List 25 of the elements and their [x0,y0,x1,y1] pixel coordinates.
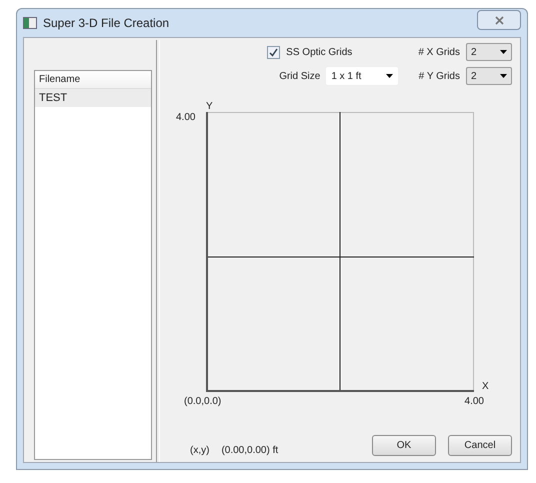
axis-tick-label: 4.00 [176,112,196,125]
axis-tick-label: 4.00 [464,396,484,409]
field-label: Grid Size [279,70,320,82]
window-title: Super 3-D File Creation [43,16,170,30]
close-icon [494,16,504,24]
close-button[interactable] [477,10,521,30]
x-grids-dropdown[interactable]: 2 [466,43,512,61]
dialog-button[interactable]: Cancel [448,435,512,456]
axis-label: X [481,381,490,392]
grid-size-dropdown[interactable]: 1 x 1 ft [326,67,398,85]
caret-icon [500,50,507,54]
app-icon [23,17,37,29]
checkbox-label: SS Optic Grids [286,46,352,58]
list-item[interactable]: TEST [35,89,151,107]
dialog-button[interactable]: OK [372,435,436,456]
field-label: # X Grids [418,46,460,58]
caret-icon [500,74,507,78]
axis-tick-label: (0.0,0.0) [184,396,222,409]
field-label: # Y Grids [418,70,460,82]
caret-icon [386,74,394,78]
axis-label: Y [206,101,214,112]
coordinate-label: (x,y) [190,445,210,456]
coordinate-value: (0.00,0.00) ft [221,445,280,456]
y-grids-dropdown[interactable]: 2 [466,67,512,85]
checkbox[interactable] [267,46,280,58]
